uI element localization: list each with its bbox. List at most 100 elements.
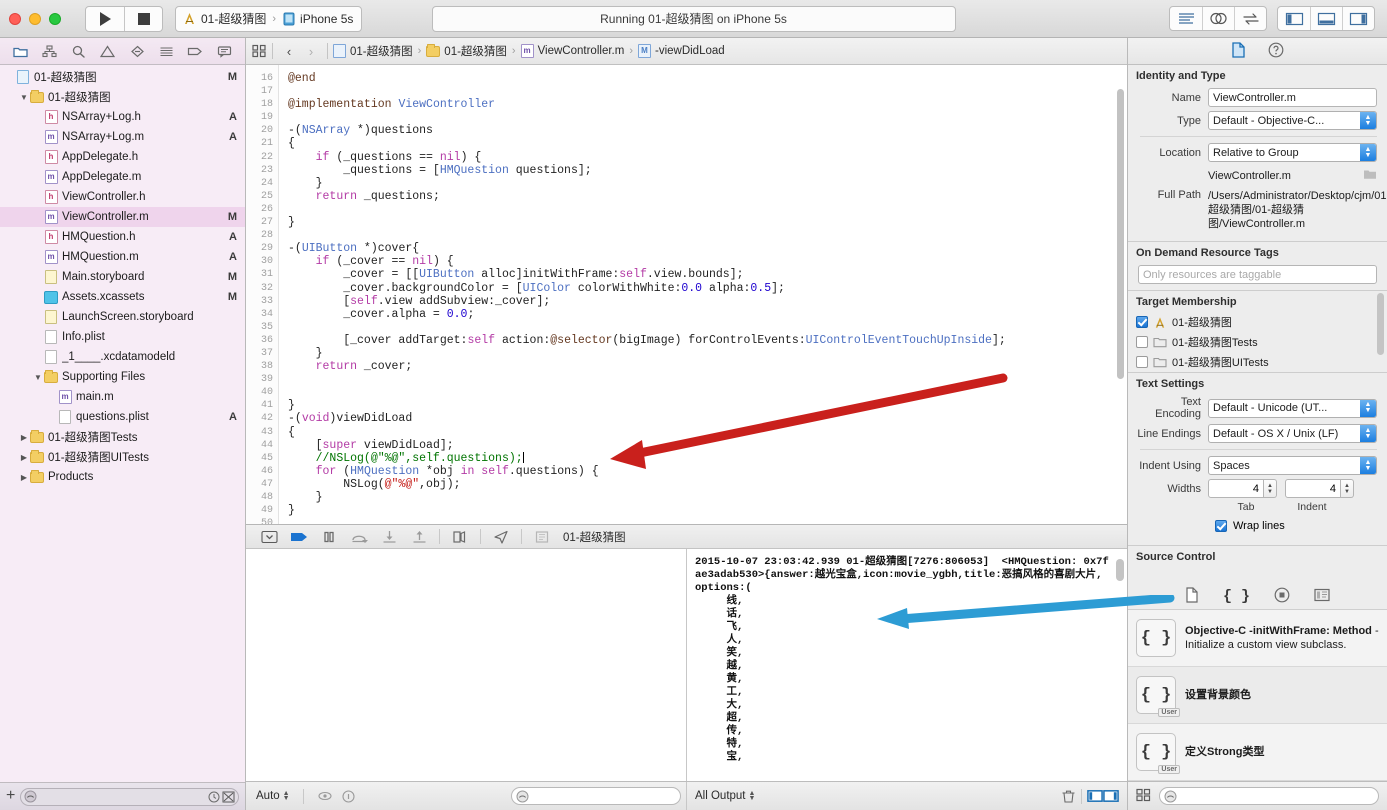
code-line[interactable]: } xyxy=(288,399,1127,412)
recent-files-filter-icon[interactable] xyxy=(208,791,220,803)
file-tree-row[interactable]: ▼ Supporting Files xyxy=(0,367,245,387)
navigator-filter-field[interactable] xyxy=(20,787,239,806)
type-popup[interactable]: Default - Objective-C... ▲ ▼ xyxy=(1208,111,1377,130)
file-tree-row[interactable]: ▶ Products xyxy=(0,467,245,487)
source-code-text[interactable]: @end @implementation ViewController -(NS… xyxy=(279,65,1127,524)
toggle-debug-area-button[interactable] xyxy=(1310,7,1342,30)
file-tree-row[interactable]: m main.m xyxy=(0,387,245,407)
clear-console-button[interactable] xyxy=(1060,788,1076,804)
file-tree-row[interactable]: m ViewController.m M xyxy=(0,207,245,227)
project-file-tree[interactable]: 01-超级猜图 M ▼ 01-超级猜图 h NSArray+Log.h Am NSArray+… xyxy=(0,65,245,782)
inspector-content[interactable]: Identity and Type Name ViewController.m … xyxy=(1128,65,1387,584)
tab-width-stepper-icon[interactable]: ▲ ▼ xyxy=(1264,479,1277,498)
indent-using-popup[interactable]: Spaces ▲ ▼ xyxy=(1208,456,1377,475)
disclosure-triangle[interactable]: ▶ xyxy=(19,433,29,442)
name-field[interactable]: ViewController.m xyxy=(1208,88,1377,107)
step-over-button[interactable] xyxy=(344,527,374,547)
code-line[interactable]: -(void)viewDidLoad xyxy=(288,412,1127,425)
toggle-navigator-button[interactable] xyxy=(1278,7,1310,30)
run-button[interactable] xyxy=(86,7,124,31)
line-endings-popup[interactable]: Default - OS X / Unix (LF) ▲ ▼ xyxy=(1208,424,1377,443)
navigate-back-button[interactable]: ‹ xyxy=(278,44,300,59)
encoding-popup[interactable]: Default - Unicode (UT... ▲ ▼ xyxy=(1208,398,1377,418)
quick-help-inspector-tab[interactable] xyxy=(1268,42,1284,61)
code-line[interactable]: _questions = [HMQuestion questions]; xyxy=(288,164,1127,177)
tab-width-stepper[interactable]: 4 ▲ ▼ xyxy=(1208,479,1277,498)
code-line[interactable]: return _questions; xyxy=(288,190,1127,203)
editor-scroll-thumb[interactable] xyxy=(1117,89,1124,379)
breadcrumb-symbol[interactable]: M -viewDidLoad xyxy=(637,44,725,58)
variable-scope-popup[interactable]: Auto ▲ ▼ xyxy=(256,790,290,802)
target-membership-row[interactable]: 01-超级猜图 xyxy=(1128,312,1387,332)
code-line[interactable] xyxy=(288,321,1127,334)
version-editor-button[interactable] xyxy=(1234,7,1266,30)
breakpoint-navigator-tab[interactable] xyxy=(184,41,206,61)
file-tree-row[interactable]: h NSArray+Log.h A xyxy=(0,107,245,127)
continue-button[interactable] xyxy=(284,527,314,547)
toggle-utilities-button[interactable] xyxy=(1342,7,1374,30)
library-item[interactable]: { } User 设置背景颜色 xyxy=(1128,667,1387,724)
code-line[interactable]: { xyxy=(288,426,1127,439)
file-tree-row[interactable]: h ViewController.h xyxy=(0,187,245,207)
wrap-lines-checkbox[interactable] xyxy=(1215,519,1227,532)
file-tree-row[interactable]: ▶ 01-超级猜图Tests xyxy=(0,427,245,447)
step-out-button[interactable] xyxy=(404,527,434,547)
variables-filter-input[interactable] xyxy=(529,790,676,802)
file-tree-row[interactable]: m AppDelegate.m xyxy=(0,167,245,187)
odr-tags-field[interactable]: Only resources are taggable xyxy=(1138,265,1377,284)
code-line[interactable]: } xyxy=(288,216,1127,229)
target-membership-row[interactable]: 01-超级猜图Tests xyxy=(1128,332,1387,352)
debug-navigator-tab[interactable] xyxy=(155,41,177,61)
media-library-tab[interactable] xyxy=(1314,588,1330,605)
file-tree-row[interactable]: m NSArray+Log.m A xyxy=(0,127,245,147)
code-line[interactable]: NSLog(@"%@",obj); xyxy=(288,478,1127,491)
console-view[interactable]: 2015-10-07 23:03:42.939 01-超级猜图[7276:806… xyxy=(687,549,1127,781)
tab-width-value[interactable]: 4 xyxy=(1208,479,1264,498)
view-hierarchy-button[interactable] xyxy=(445,527,475,547)
stack-frame-button[interactable] xyxy=(527,527,557,547)
editor-scrollbar[interactable] xyxy=(1116,71,1125,524)
pause-button[interactable] xyxy=(314,527,344,547)
disclosure-triangle[interactable]: ▶ xyxy=(19,473,29,482)
file-tree-row[interactable]: ▶ 01-超级猜图UITests xyxy=(0,447,245,467)
variables-filter-field[interactable] xyxy=(511,787,681,805)
code-line[interactable]: if (_questions == nil) { xyxy=(288,151,1127,164)
close-window-button[interactable] xyxy=(9,12,21,25)
source-control-filter-icon[interactable] xyxy=(222,791,235,803)
code-line[interactable]: for (HMQuestion *obj in self.questions) … xyxy=(288,465,1127,478)
add-file-button[interactable]: + xyxy=(6,787,15,806)
target-checkbox[interactable] xyxy=(1136,316,1148,328)
code-line[interactable]: _cover.backgroundColor = [UIColor colorW… xyxy=(288,282,1127,295)
project-navigator-tab[interactable] xyxy=(10,41,32,61)
file-tree-row[interactable]: h AppDelegate.h xyxy=(0,147,245,167)
target-checkbox[interactable] xyxy=(1136,356,1148,368)
show-console-view-button[interactable] xyxy=(1103,788,1119,804)
library-display-mode-button[interactable] xyxy=(1136,788,1151,805)
file-tree-row[interactable]: Assets.xcassets M xyxy=(0,287,245,307)
indent-width-stepper[interactable]: 4 ▲ ▼ xyxy=(1285,479,1354,498)
code-line[interactable]: { xyxy=(288,137,1127,150)
indent-width-value[interactable]: 4 xyxy=(1285,479,1341,498)
code-line[interactable]: -(NSArray *)questions xyxy=(288,124,1127,137)
library-item[interactable]: { } User 定义Strong类型 xyxy=(1128,724,1387,781)
code-line[interactable]: } xyxy=(288,491,1127,504)
variable-info-button[interactable] xyxy=(341,788,357,804)
indent-width-stepper-icon[interactable]: ▲ ▼ xyxy=(1341,479,1354,498)
code-line[interactable]: _cover = [[UIButton alloc]initWithFrame:… xyxy=(288,268,1127,281)
code-line[interactable] xyxy=(288,517,1127,524)
code-line[interactable]: return _cover; xyxy=(288,360,1127,373)
breadcrumb-file[interactable]: m ViewController.m xyxy=(520,44,624,58)
issue-navigator-tab[interactable] xyxy=(97,41,119,61)
disclosure-triangle[interactable]: ▶ xyxy=(19,453,29,462)
code-line[interactable] xyxy=(288,111,1127,124)
variables-view[interactable] xyxy=(246,549,687,781)
file-tree-row[interactable]: LaunchScreen.storyboard xyxy=(0,307,245,327)
stop-button[interactable] xyxy=(124,6,162,31)
find-navigator-tab[interactable] xyxy=(68,41,90,61)
code-line[interactable]: [_cover addTarget:self action:@selector(… xyxy=(288,334,1127,347)
location-popup[interactable]: Relative to Group ▲ ▼ xyxy=(1208,143,1377,162)
code-line[interactable]: @implementation ViewController xyxy=(288,98,1127,111)
target-membership-row[interactable]: 01-超级猜图UITests xyxy=(1128,352,1387,372)
scheme-selector[interactable]: 01-超级猜图 › iPhone 5s xyxy=(175,5,363,32)
code-line[interactable]: } xyxy=(288,347,1127,360)
